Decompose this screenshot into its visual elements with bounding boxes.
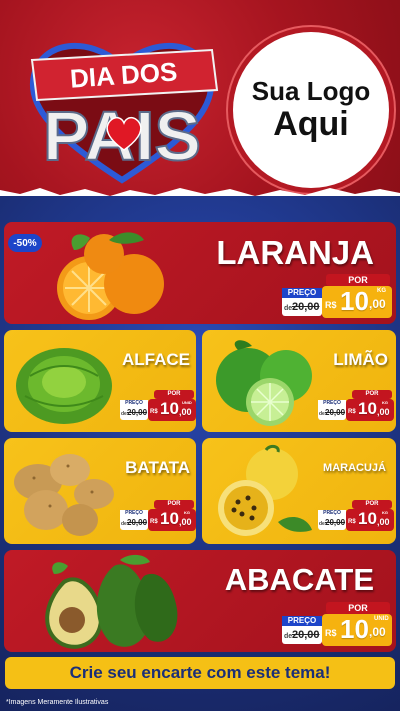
old-price-label: PREÇO bbox=[120, 400, 148, 407]
de-label: de bbox=[284, 305, 293, 312]
por-label: POR bbox=[352, 390, 392, 399]
price-tag: POR PREÇO de 20,00 R$ 10 ,00 KG bbox=[316, 498, 394, 532]
product-card-abacate[interactable]: ABACATE POR PREÇO de 20,00 R$ 10 ,00 UNI… bbox=[4, 550, 396, 652]
price-decimal: ,00 bbox=[179, 407, 192, 417]
product-name: LARANJA bbox=[216, 234, 374, 271]
price-integer: 10 bbox=[160, 399, 179, 418]
de-label: de bbox=[121, 521, 127, 527]
old-price-value: 20,00 bbox=[292, 629, 320, 641]
unit: KG bbox=[377, 288, 386, 294]
de-label: de bbox=[319, 521, 325, 527]
unit: KG bbox=[382, 400, 388, 405]
old-price-label: PREÇO bbox=[282, 288, 322, 298]
price-decimal: ,00 bbox=[377, 517, 390, 527]
old-price-label: PREÇO bbox=[282, 616, 322, 626]
de-label: de bbox=[284, 633, 293, 640]
de-label: de bbox=[121, 411, 127, 417]
product-name: LIMÃO bbox=[333, 350, 388, 369]
product-card-alface[interactable]: ALFACE POR PREÇO de 20,00 R$ 10 ,00 UNID bbox=[4, 330, 196, 432]
por-label: POR bbox=[352, 500, 392, 509]
unit: KG bbox=[382, 510, 388, 515]
currency: R$ bbox=[325, 628, 337, 638]
product-name: ABACATE bbox=[224, 562, 374, 597]
lime-icon bbox=[216, 340, 312, 426]
price-decimal: ,00 bbox=[369, 625, 386, 639]
passionfruit-icon bbox=[218, 444, 312, 536]
old-price-value: 20,00 bbox=[325, 408, 346, 417]
unit: UNID bbox=[182, 400, 192, 405]
unit: UNID bbox=[374, 616, 389, 622]
price-decimal: ,00 bbox=[377, 407, 390, 417]
product-card-batata[interactable]: BATATA POR PREÇO de 20,00 R$ 10 ,00 KG bbox=[4, 438, 196, 544]
currency: R$ bbox=[150, 409, 158, 415]
discount-badge: -50% bbox=[8, 234, 42, 252]
de-label: de bbox=[319, 411, 325, 417]
product-name: BATATA bbox=[125, 458, 190, 477]
price-integer: 10 bbox=[160, 509, 179, 528]
price-tag: POR PREÇO de 20,00 R$ 10 ,00 UNID bbox=[280, 600, 394, 648]
potato-icon bbox=[14, 454, 114, 536]
lettuce-icon bbox=[16, 348, 112, 424]
currency: R$ bbox=[325, 300, 337, 310]
price-integer: 10 bbox=[358, 399, 377, 418]
currency: R$ bbox=[348, 409, 356, 415]
currency: R$ bbox=[150, 519, 158, 525]
product-card-laranja[interactable]: LARANJA POR PREÇO de 20,00 R$ 10 ,00 KG bbox=[4, 222, 396, 324]
price-tag: POR PREÇO de 20,00 R$ 10 ,00 UNID bbox=[118, 388, 196, 422]
price-tag: POR PREÇO de 20,00 R$ 10 ,00 KG bbox=[280, 272, 394, 320]
product-name: MARACUJÁ bbox=[323, 462, 386, 474]
old-price-value: 20,00 bbox=[127, 408, 148, 417]
old-price-label: PREÇO bbox=[318, 510, 346, 517]
old-price-label: PREÇO bbox=[120, 510, 148, 517]
orange-icon bbox=[57, 232, 164, 320]
logo-line2: Aqui bbox=[273, 105, 349, 143]
store-logo-placeholder[interactable]: Sua Logo Aqui bbox=[233, 32, 389, 188]
product-card-limao[interactable]: LIMÃO POR PREÇO de 20,00 R$ 10 ,00 KG bbox=[202, 330, 396, 432]
price-decimal: ,00 bbox=[179, 517, 192, 527]
por-label: POR bbox=[326, 274, 390, 286]
old-price-value: 20,00 bbox=[292, 301, 320, 313]
footer-note: *Imagens Meramente Ilustrativas bbox=[6, 699, 109, 706]
currency: R$ bbox=[348, 519, 356, 525]
por-label: POR bbox=[154, 500, 194, 509]
product-name: ALFACE bbox=[122, 350, 190, 369]
price-tag: POR PREÇO de 20,00 R$ 10 ,00 KG bbox=[316, 388, 394, 422]
unit: KG bbox=[184, 510, 190, 515]
por-label: POR bbox=[326, 602, 390, 614]
old-price-value: 20,00 bbox=[325, 518, 346, 527]
header-banner: DIA DOS PAIS Sua Logo Aqui bbox=[0, 0, 400, 200]
avocado-icon bbox=[45, 554, 178, 649]
price-integer: 10 bbox=[340, 614, 369, 644]
product-card-maracuja[interactable]: MARACUJÁ POR PREÇO de 20,00 R$ 10 ,00 KG bbox=[202, 438, 396, 544]
old-price-value: 20,00 bbox=[127, 518, 148, 527]
price-decimal: ,00 bbox=[369, 297, 386, 311]
dia-dos-pais-badge: DIA DOS PAIS bbox=[29, 42, 219, 184]
price-tag: POR PREÇO de 20,00 R$ 10 ,00 KG bbox=[118, 498, 196, 532]
old-price-label: PREÇO bbox=[318, 400, 346, 407]
price-integer: 10 bbox=[340, 286, 369, 316]
cta-banner[interactable]: Crie seu encarte com este tema! bbox=[5, 657, 395, 689]
price-integer: 10 bbox=[358, 509, 377, 528]
por-label: POR bbox=[154, 390, 194, 399]
logo-line1: Sua Logo bbox=[251, 76, 371, 106]
